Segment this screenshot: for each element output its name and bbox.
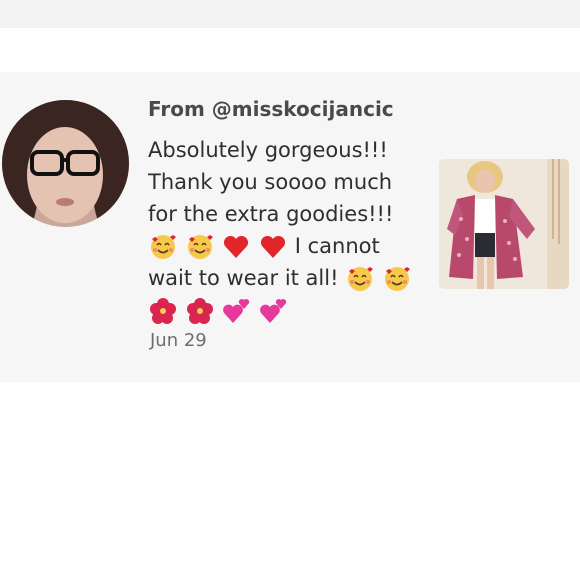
avatar-image	[2, 100, 129, 227]
message-line: for the extra goodies!!!	[148, 202, 394, 226]
hibiscus-icon	[148, 296, 178, 326]
product-thumbnail[interactable]	[439, 159, 569, 289]
red-heart-icon	[258, 232, 288, 262]
smiling-face-with-hearts-icon	[382, 264, 412, 294]
smiling-face-with-hearts-icon	[185, 232, 215, 262]
top-strip	[0, 0, 580, 28]
comment-screen: From @misskocijancic Absolutely gorgeous…	[0, 0, 580, 580]
message-line-6	[148, 294, 428, 326]
red-heart-icon	[221, 232, 251, 262]
comment-message: Absolutely gorgeous!!! Thank you soooo m…	[148, 134, 428, 326]
two-hearts-icon	[258, 296, 288, 326]
message-line-5: wait to wear it all!	[148, 262, 428, 294]
message-text: I cannot	[294, 234, 380, 258]
avatar[interactable]	[2, 100, 129, 227]
comment-author[interactable]: From @misskocijancic	[148, 97, 394, 121]
message-line-4: I cannot	[148, 230, 428, 262]
two-hearts-icon	[221, 296, 251, 326]
message-text: wait to wear it all!	[148, 266, 339, 290]
hibiscus-icon	[185, 296, 215, 326]
comment-date: Jun 29	[150, 330, 207, 351]
smiling-face-with-hearts-icon	[148, 232, 178, 262]
product-image	[439, 159, 569, 289]
smiling-face-with-hearts-icon	[345, 264, 375, 294]
message-line: Absolutely gorgeous!!!	[148, 138, 388, 162]
message-line: Thank you soooo much	[148, 170, 393, 194]
